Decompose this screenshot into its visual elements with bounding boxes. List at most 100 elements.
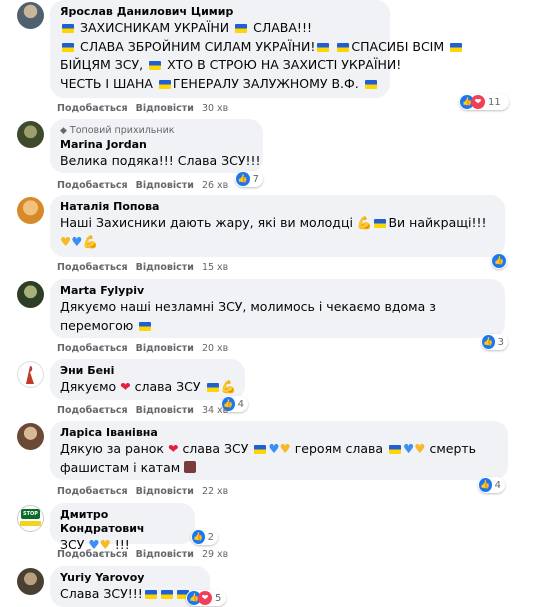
reaction-count[interactable]: 👍 2 xyxy=(191,529,218,545)
comment-text: Слава ЗСУ!!! xyxy=(60,585,200,604)
like-icon: 👍 xyxy=(492,254,506,268)
avatar[interactable] xyxy=(17,568,44,595)
reply-button[interactable]: Відповісти xyxy=(136,549,194,560)
like-button[interactable]: Подобається xyxy=(57,405,128,416)
comment-author[interactable]: Ярослав Данилович Цимир xyxy=(60,5,380,19)
comment-author[interactable]: Marina Jordan xyxy=(60,138,253,152)
yellow-heart-emoji: ♥ xyxy=(414,441,426,456)
comment-author[interactable]: Ларіса Іванівна xyxy=(60,426,498,440)
like-icon: 👍 xyxy=(479,478,492,492)
comment-author[interactable]: Marta Fylypiv xyxy=(60,284,495,298)
timestamp[interactable]: 22 хв xyxy=(202,486,228,497)
skull-emoji xyxy=(184,460,197,473)
ukraine-flag-icon xyxy=(235,24,248,33)
comment-text: ЧЕСТЬ І ШАНА ГЕНЕРАЛУ ЗАЛУЖНОМУ В.Ф. xyxy=(60,75,380,94)
reaction-count[interactable]: 👍 4 xyxy=(478,477,505,493)
comment-text: Дякую за ранок ❤ слава ЗСУ ♥♥ героям сла… xyxy=(60,441,477,456)
avatar[interactable] xyxy=(17,2,44,29)
like-button[interactable]: Подобається xyxy=(57,262,128,273)
ukraine-flag-icon xyxy=(144,590,157,599)
yellow-heart-emoji: ♥ xyxy=(60,233,72,249)
top-fan-badge: ◆ Топовий прихильник xyxy=(60,125,175,136)
timestamp[interactable]: 15 хв xyxy=(202,262,228,273)
ukraine-flag-icon xyxy=(317,42,330,52)
timestamp[interactable]: 30 хв xyxy=(202,103,228,114)
reply-button[interactable]: Відповісти xyxy=(136,262,194,273)
reply-button[interactable]: Відповісти xyxy=(136,486,194,497)
reply-button[interactable]: Відповісти xyxy=(136,343,194,354)
comment-bubble: Эни Бені Дякуємо ❤ слава ЗСУ 💪 xyxy=(50,359,245,400)
reply-button[interactable]: Відповісти xyxy=(136,405,194,416)
comment-actions: Подобається Відповісти 22 хв xyxy=(57,486,236,497)
timestamp[interactable]: 29 хв xyxy=(202,549,228,560)
comment-author[interactable]: Наталія Попова xyxy=(60,200,495,214)
like-button[interactable]: Подобається xyxy=(57,343,128,354)
blue-heart-emoji: ♥ xyxy=(403,441,415,456)
stop-sign-icon: STOP xyxy=(21,509,40,519)
comment-text: Наші Захисники дають жару, які ви молодц… xyxy=(60,215,487,230)
ukraine-flag-icon xyxy=(158,79,171,89)
timestamp[interactable]: 34 хв xyxy=(202,405,228,416)
flexed-bicep-emoji: 💪 xyxy=(220,379,237,394)
blue-heart-emoji: ♥ xyxy=(71,233,83,249)
avatar[interactable] xyxy=(17,121,44,148)
comment-text: перемогою xyxy=(60,317,495,336)
comment-author[interactable]: Yuriy Yarovoy xyxy=(60,571,200,585)
like-button[interactable]: Подобається xyxy=(57,549,128,560)
ukraine-flag-icon xyxy=(389,445,402,454)
comment-text: ЗАХИСНИКАМ УКРАЇНИ СЛАВА!!! xyxy=(60,19,380,38)
comment-text: СЛАВА ЗБРОЙНИМ СИЛАМ УКРАЇНИ! СПАСИБІ ВС… xyxy=(60,38,463,57)
reply-button[interactable]: Відповісти xyxy=(136,103,194,114)
avatar[interactable] xyxy=(17,423,44,450)
ukraine-flag-icon xyxy=(364,79,377,89)
comment-author[interactable]: Дмитро Кондратович xyxy=(60,508,185,536)
ukraine-flag-icon xyxy=(450,42,463,52)
comment-actions: Подобається Відповісти 26 хв xyxy=(57,180,236,191)
reaction-count[interactable]: 👍 7 xyxy=(235,171,263,187)
comment-text: БІЙЦЯМ ЗСУ, ХТО В СТРОЮ НА ЗАХИСТІ УКРАЇ… xyxy=(60,57,402,72)
ukraine-flag-icon xyxy=(254,445,267,454)
comment-actions: Подобається Відповісти 20 хв xyxy=(57,343,236,354)
comment-text: Дякуємо ❤ слава ЗСУ 💪 xyxy=(60,379,237,394)
comment-text: Велика подяка!!! Слава ЗСУ!!! xyxy=(60,153,261,168)
ukraine-flag-icon xyxy=(149,61,162,70)
comment-text: фашистам і катам xyxy=(60,459,498,478)
comment-bubble: Marta Fylypiv Дякуємо наші незламні ЗСУ,… xyxy=(50,279,505,338)
avatar-figure-icon xyxy=(26,366,34,384)
yellow-heart-emoji: ♥ xyxy=(279,441,291,456)
avatar[interactable] xyxy=(17,281,44,308)
comment-actions: Подобається Відповісти 30 хв xyxy=(57,103,236,114)
diamond-icon: ◆ xyxy=(60,126,67,136)
avatar[interactable] xyxy=(17,361,44,388)
reaction-count[interactable]: 👍 ❤ 11 xyxy=(459,94,509,110)
love-icon: ❤ xyxy=(198,591,212,605)
ukraine-flag-icon xyxy=(62,24,74,33)
reaction-count[interactable]: 👍 3 xyxy=(481,334,508,350)
like-icon: 👍 xyxy=(236,172,250,186)
like-icon: 👍 xyxy=(482,335,495,349)
comment-actions: Подобається Відповісти 15 хв xyxy=(57,262,236,273)
comment-actions: Подобається Відповісти 29 хв xyxy=(57,549,236,560)
like-button[interactable]: Подобається xyxy=(57,180,128,191)
reaction-count[interactable]: 👍 ❤ 5 xyxy=(186,590,226,606)
comment-bubble: Наталія Попова Наші Захисники дають жару… xyxy=(50,195,505,257)
avatar[interactable]: STOP xyxy=(17,505,44,532)
like-button[interactable]: Подобається xyxy=(57,103,128,114)
ukraine-flag-icon xyxy=(62,42,74,52)
reaction-count[interactable]: 👍 xyxy=(491,253,507,269)
stop-banner-icon xyxy=(20,521,41,526)
ukraine-flag-icon xyxy=(139,321,152,331)
ukraine-flag-icon xyxy=(374,219,387,228)
comment-bubble: ◆ Топовий прихильник Marina Jordan Велика… xyxy=(50,119,263,173)
timestamp[interactable]: 20 хв xyxy=(202,343,228,354)
timestamp[interactable]: 26 хв xyxy=(202,180,228,191)
avatar[interactable] xyxy=(17,197,44,224)
comment-text: Дякуємо наші незламні ЗСУ, молимось і че… xyxy=(60,299,436,314)
blue-heart-emoji: ♥ xyxy=(268,441,280,456)
love-icon: ❤ xyxy=(471,95,485,109)
like-button[interactable]: Подобається xyxy=(57,486,128,497)
comment-bubble: Ярослав Данилович Цимир ЗАХИСНИКАМ УКРАЇ… xyxy=(50,0,463,98)
reply-button[interactable]: Відповісти xyxy=(136,180,194,191)
ukraine-flag-icon xyxy=(206,383,219,392)
comment-author[interactable]: Эни Бені xyxy=(60,364,235,378)
